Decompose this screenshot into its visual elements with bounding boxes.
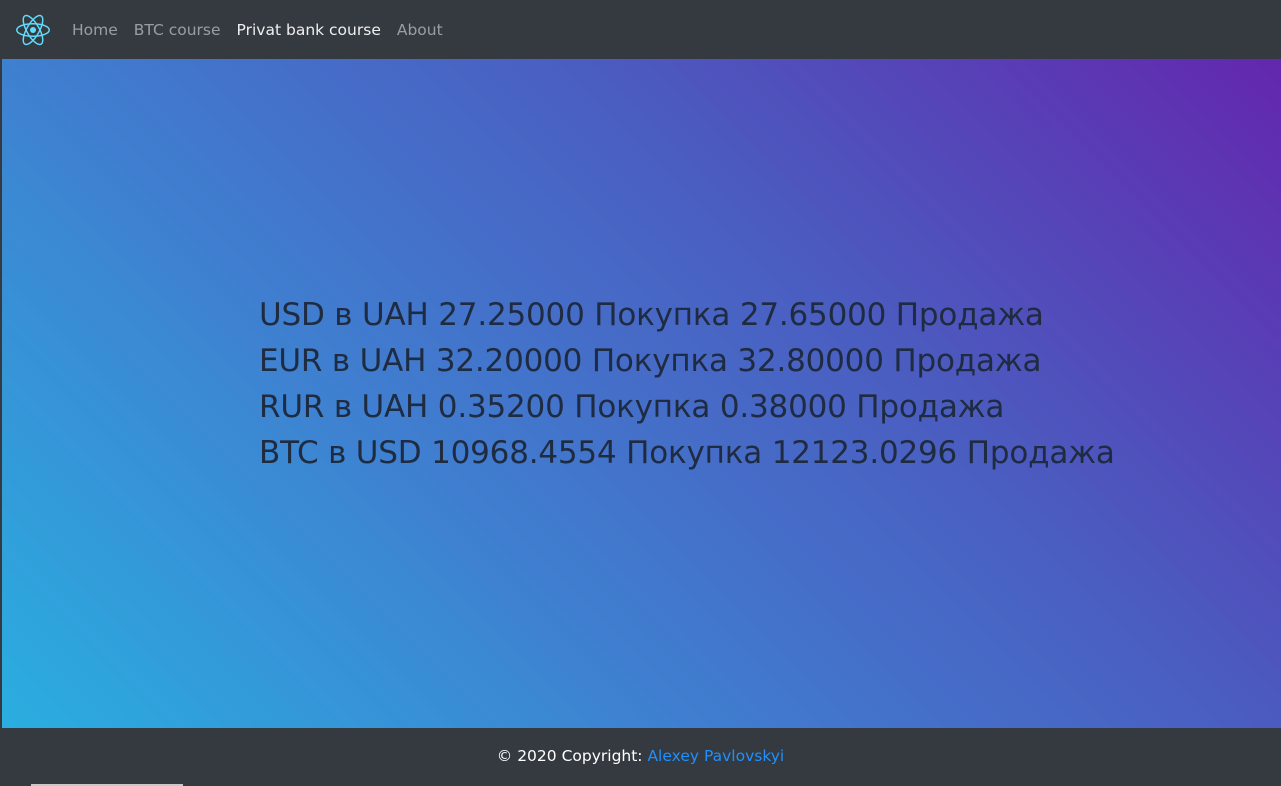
copyright-text: © 2020 Copyright: [496, 747, 648, 765]
rate-rur-uah: RUR в UAH 0.35200 Покупка 0.38000 Продаж… [259, 389, 1005, 425]
nav-links: Home BTC course Privat bank course About [64, 0, 451, 59]
nav-link-privat-bank-course[interactable]: Privat bank course [229, 21, 389, 39]
nav-link-home[interactable]: Home [64, 21, 126, 39]
exchange-rates-list: USD в UAH 27.25000 Покупка 27.65000 Прод… [259, 292, 1115, 476]
rate-eur-uah: EUR в UAH 32.20000 Покупка 32.80000 Прод… [259, 343, 1042, 379]
navbar: Home BTC course Privat bank course About [0, 0, 1281, 59]
nav-link-btc-course[interactable]: BTC course [126, 21, 229, 39]
main-content: USD в UAH 27.25000 Покупка 27.65000 Прод… [2, 59, 1281, 728]
nav-link-about[interactable]: About [389, 21, 451, 39]
rate-btc-usd: BTC в USD 10968.4554 Покупка 12123.0296 … [259, 435, 1115, 471]
author-link[interactable]: Alexey Pavlovskyi [647, 747, 784, 765]
rate-usd-uah: USD в UAH 27.25000 Покупка 27.65000 Прод… [259, 297, 1044, 333]
footer: © 2020 Copyright: Alexey Pavlovskyi [0, 728, 1281, 786]
react-logo-icon[interactable] [16, 14, 50, 46]
footer-copyright: © 2020 Copyright: Alexey Pavlovskyi [0, 747, 1281, 765]
